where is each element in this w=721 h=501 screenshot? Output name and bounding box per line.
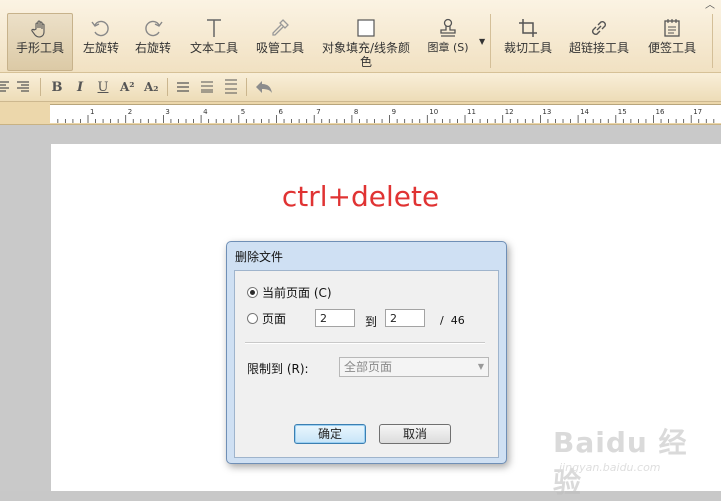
hand-tool-button[interactable]: 手形工具 [7, 13, 73, 71]
note-tool-button[interactable]: 便签工具 [644, 12, 700, 72]
rotate-right-button[interactable]: 右旋转 [130, 12, 176, 72]
ruler-label: 4 [203, 108, 208, 116]
ruler-label: 14 [580, 108, 589, 116]
ruler-label: 17 [693, 108, 702, 116]
current-page-option[interactable]: 当前页面 (C) [247, 284, 332, 301]
fill-color-label: 对象填充/线条颜色 [321, 41, 411, 69]
ruler-label: 1 [90, 108, 94, 116]
align-right-icon[interactable] [16, 81, 30, 93]
toolbar-divider [490, 14, 491, 68]
dialog-body: 当前页面 (C) 页面 2 到 2 / 46 限制到 (R): 全部页面 ▼ 确… [234, 270, 499, 458]
paragraph-spacing-icon[interactable] [200, 81, 214, 93]
cancel-button[interactable]: 取消 [379, 424, 451, 444]
ruler-label: 8 [354, 108, 358, 116]
limit-to-value: 全部页面 [344, 360, 393, 374]
limit-to-select[interactable]: 全部页面 ▼ [339, 357, 489, 377]
superscript-button[interactable]: A² [120, 77, 135, 97]
from-page-input[interactable]: 2 [315, 309, 355, 327]
fill-color-button[interactable]: 对象填充/线条颜色 [318, 12, 414, 72]
subscript-button[interactable]: A₂ [144, 77, 159, 97]
ruler-label: 12 [505, 108, 514, 116]
text-tool-button[interactable]: 文本工具 [187, 12, 241, 72]
chevron-down-icon: ▼ [477, 362, 484, 371]
format-divider [167, 78, 168, 96]
hand-icon [31, 20, 45, 38]
current-page-radio[interactable] [247, 287, 258, 298]
page-range-radio[interactable] [247, 313, 258, 324]
horizontal-ruler: 1 2 3 4 5 6 7 8 9 10 11 12 13 14 15 16 17 [0, 102, 721, 125]
format-divider [246, 78, 247, 96]
to-page-input[interactable]: 2 [385, 309, 425, 327]
italic-button[interactable]: I [73, 77, 87, 97]
to-label: 到 [365, 315, 378, 329]
limit-to-label: 限制到 (R): [247, 362, 309, 376]
eyedropper-tool-button[interactable]: 吸管工具 [252, 12, 308, 72]
ruler-track: 1 2 3 4 5 6 7 8 9 10 11 12 13 14 15 16 17 [50, 104, 721, 123]
delete-pages-dialog: 删除文件 当前页面 (C) 页面 2 到 2 / 46 限制到 (R): 全部页… [226, 241, 507, 464]
page-range-label: 页面 [262, 312, 287, 326]
hyperlink-tool-button[interactable]: 超链接工具 [566, 12, 632, 72]
link-icon [592, 21, 606, 35]
total-pages-label: / 46 [440, 314, 465, 327]
text-cursor-icon [207, 19, 221, 37]
hyperlink-tool-label: 超链接工具 [568, 41, 629, 55]
current-page-label: 当前页面 (C) [262, 286, 332, 300]
baidu-watermark-logo: Baidu 经验 jingyan.baidu.com [553, 421, 713, 499]
ruler-label: 13 [542, 108, 551, 116]
ruler-label: 16 [656, 108, 665, 116]
watermark-url: jingyan.baidu.com [559, 461, 661, 474]
stamp-dropdown-icon[interactable]: ▼ [479, 37, 485, 46]
ok-button[interactable]: 确定 [294, 424, 366, 444]
dialog-title: 删除文件 [235, 250, 284, 264]
eyedropper-tool-label: 吸管工具 [255, 41, 304, 55]
rotate-right-icon [145, 20, 163, 37]
ruler-label: 6 [279, 108, 284, 116]
crop-icon [519, 19, 537, 37]
page-range-option[interactable]: 页面 [247, 310, 286, 327]
crop-tool-button[interactable]: 裁切工具 [500, 12, 556, 72]
bold-button[interactable]: B [50, 77, 64, 97]
justify-icon[interactable] [224, 79, 238, 95]
format-bar: B I U A² A₂ [0, 73, 721, 102]
note-icon [664, 19, 680, 37]
ruler-label: 5 [241, 108, 245, 116]
ruler-label: 10 [429, 108, 438, 116]
rotate-left-button[interactable]: 左旋转 [78, 12, 124, 72]
underline-button[interactable]: U [96, 77, 110, 97]
stamp-tool-label: 图章 (S) [427, 41, 469, 54]
undo-icon[interactable] [254, 79, 274, 95]
ribbon-collapse-icon[interactable]: ︿ [705, 0, 715, 11]
shortcut-hint: ctrl+delete [281, 180, 440, 213]
ruler-label: 9 [392, 108, 396, 116]
fill-color-icon [357, 19, 375, 37]
ruler-ticks: 1 2 3 4 5 6 7 8 9 10 11 12 13 14 15 16 17 [57, 108, 715, 123]
note-tool-label: 便签工具 [647, 41, 696, 55]
line-spacing-icon[interactable] [176, 81, 190, 93]
ruler-label: 7 [316, 108, 320, 116]
rotate-left-label: 左旋转 [82, 41, 119, 55]
ruler-label: 3 [165, 108, 169, 116]
dialog-divider [245, 342, 485, 344]
ruler-label: 15 [618, 108, 627, 116]
rotate-right-label: 右旋转 [134, 41, 171, 55]
ruler-label: 2 [128, 108, 132, 116]
crop-tool-label: 裁切工具 [503, 41, 552, 55]
text-tool-label: 文本工具 [189, 41, 238, 55]
align-left-icon[interactable] [0, 81, 10, 93]
stamp-tool-button[interactable]: 图章 (S) [424, 12, 472, 72]
stamp-icon [440, 18, 456, 37]
eyedropper-icon [272, 19, 289, 36]
rotate-left-icon [91, 20, 109, 37]
ribbon-toolbar: ︿ 手形工具 左旋转 右旋转 文本工具 吸管工具 对象填充/线条颜色 图章 (S… [0, 0, 721, 73]
toolbar-divider [712, 14, 713, 68]
hand-tool-label: 手形工具 [15, 41, 64, 55]
format-divider [40, 78, 41, 96]
ruler-label: 11 [467, 108, 476, 116]
